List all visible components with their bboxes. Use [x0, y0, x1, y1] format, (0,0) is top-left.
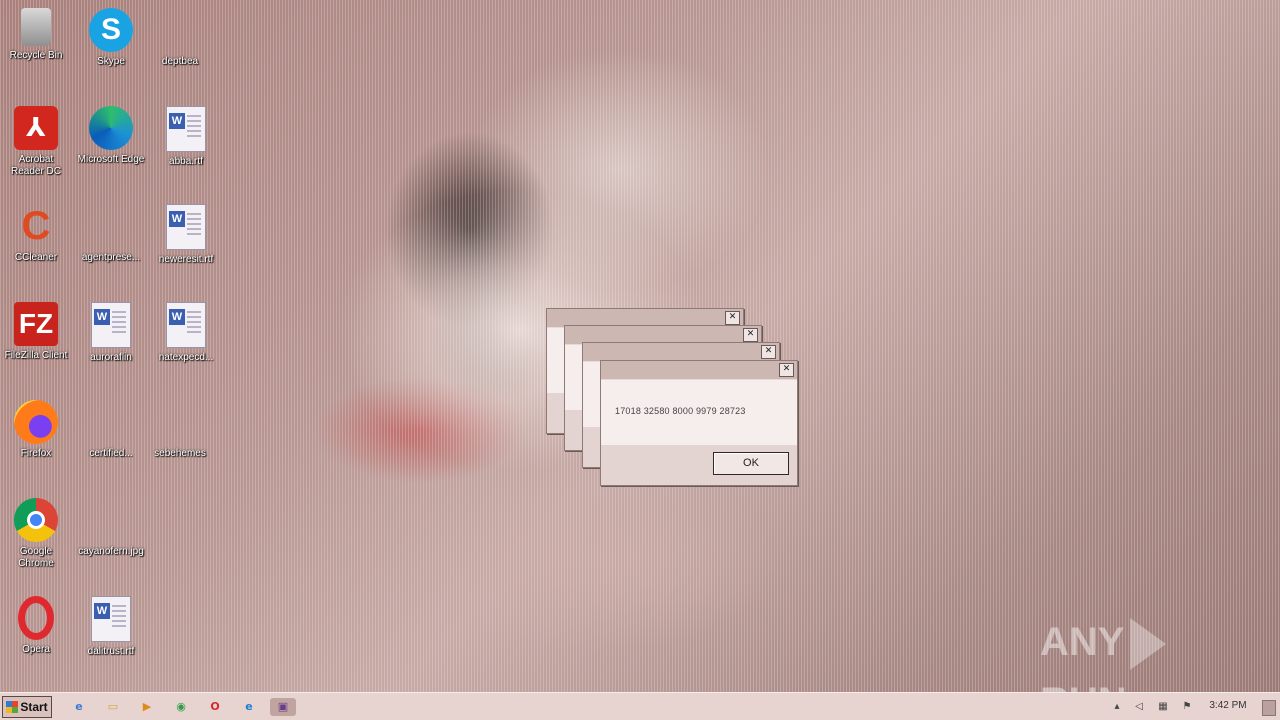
ok-button[interactable]: OK	[713, 452, 789, 475]
volume-icon[interactable]: ◁	[1132, 700, 1146, 714]
icon-label: Opera	[22, 644, 50, 655]
acrobat-reader-icon: ⅄	[14, 106, 58, 150]
start-label: Start	[20, 700, 48, 714]
icon-label: natexpecd...	[158, 352, 214, 363]
ccleaner-icon: C	[21, 204, 51, 248]
windows-logo-icon	[6, 701, 19, 713]
desktop-icon-cayanofern[interactable]: cayanofern.jpg	[75, 494, 147, 578]
icon-label: auroraflin	[90, 352, 132, 363]
ie-icon[interactable]: e	[70, 698, 88, 716]
icon-label: dalitrust.rtf	[87, 646, 135, 657]
recycle-bin-icon	[21, 8, 51, 46]
icon-label: CCleaner	[14, 252, 58, 263]
desktop-icon-dalitrust[interactable]: W dalitrust.rtf	[75, 592, 147, 676]
document-icon	[158, 8, 202, 52]
filezilla-icon: FZ	[14, 302, 58, 346]
watermark-left-text: ANY	[1040, 620, 1125, 664]
icon-label: Google Chrome	[18, 546, 54, 569]
image-file-icon	[89, 498, 133, 542]
watermark-right-text: RUN	[1040, 680, 1127, 692]
start-button[interactable]: Start	[2, 696, 52, 718]
dialog-body: 17018 32580 8000 9979 28723 OK	[601, 380, 797, 485]
document-icon	[158, 400, 202, 444]
dialog-message: 17018 32580 8000 9979 28723	[615, 406, 746, 416]
icon-label: deptbea	[161, 56, 199, 67]
desktop-icon-acrobat-reader[interactable]: ⅄ Acrobat Reader DC	[0, 102, 72, 186]
desktop-icon-filezilla[interactable]: FZ FileZilla Client	[0, 298, 72, 382]
dialog-titlebar[interactable]: ✕	[601, 361, 797, 379]
desktop-icon-sebehemes[interactable]: sebehemes	[144, 396, 216, 480]
message-box-4: ✕ 17018 32580 8000 9979 28723 OK	[600, 360, 798, 486]
desktop-icon-google-chrome[interactable]: Google Chrome	[0, 494, 72, 578]
icon-label: Skype	[97, 56, 125, 67]
icon-label: FileZilla Client	[4, 350, 68, 361]
word-document-icon: W	[166, 302, 206, 348]
desktop-icon-skype[interactable]: S Skype	[75, 4, 147, 88]
desktop-icon-auroraflin[interactable]: W auroraflin	[75, 298, 147, 382]
media-player-icon[interactable]: ▶	[138, 698, 156, 716]
desktop-icon-neweresit[interactable]: W neweresit.rtf	[150, 200, 222, 284]
icon-label: Acrobat Reader DC	[10, 154, 62, 177]
desktop-icon-ccleaner[interactable]: C CCleaner	[0, 200, 72, 284]
icon-label: abba.rtf	[169, 156, 203, 167]
desktop-icon-natexpecd[interactable]: W natexpecd...	[150, 298, 222, 382]
word-document-icon: W	[91, 596, 131, 642]
icon-label: certified...	[89, 448, 133, 459]
flag-icon[interactable]: ⚑	[1180, 700, 1194, 714]
show-desktop-button[interactable]	[1262, 700, 1276, 716]
icon-label: Firefox	[20, 448, 52, 459]
taskbar: Start e ▭ ▶ ◉ O e ▣ ▴ ◁ ▦ ⚑ 3:42 PM	[0, 692, 1280, 720]
dialog-footer: OK	[601, 445, 797, 485]
desktop-icon-opera[interactable]: Opera	[0, 592, 72, 676]
edge-icon	[89, 106, 133, 150]
desktop-icon-deptbea[interactable]: deptbea	[144, 4, 216, 88]
desktop-icon-agentprese[interactable]: agentprese...	[75, 200, 147, 284]
play-icon	[1130, 618, 1167, 671]
tray-arrow-icon[interactable]: ▴	[1110, 700, 1124, 714]
opera-icon[interactable]: O	[206, 698, 224, 716]
desktop-icon-abba[interactable]: W abba.rtf	[150, 102, 222, 186]
icon-label: agentprese...	[81, 252, 141, 263]
icon-label: Microsoft Edge	[77, 154, 145, 165]
desktop-icon-certified[interactable]: certified...	[75, 396, 147, 480]
anyrun-watermark: ANY RUN	[1040, 612, 1240, 692]
network-icon[interactable]: ▦	[1156, 700, 1170, 714]
icon-label: sebehemes	[154, 448, 206, 459]
chrome-icon[interactable]: ◉	[172, 698, 190, 716]
close-button[interactable]: ✕	[743, 328, 758, 342]
word-document-icon: W	[166, 204, 206, 250]
close-button[interactable]: ✕	[761, 345, 776, 359]
word-document-icon: W	[91, 302, 131, 348]
dialog-titlebar[interactable]: ✕	[583, 343, 779, 361]
icon-label: neweresit.rtf	[158, 254, 214, 265]
desktop-icon-recycle-bin[interactable]: Recycle Bin	[0, 4, 72, 88]
chrome-icon	[14, 498, 58, 542]
app-window-icon[interactable]: ▣	[270, 698, 296, 716]
document-icon	[89, 400, 133, 444]
clock[interactable]: 3:42 PM	[1200, 700, 1256, 711]
opera-icon	[18, 596, 54, 640]
desktop-icon-microsoft-edge[interactable]: Microsoft Edge	[75, 102, 147, 186]
word-document-icon: W	[166, 106, 206, 152]
firefox-icon	[14, 400, 58, 444]
close-button[interactable]: ✕	[779, 363, 794, 377]
icon-label: cayanofern.jpg	[78, 546, 144, 557]
desktop-wallpaper: Recycle Bin ⅄ Acrobat Reader DC C CClean…	[0, 0, 1280, 692]
edge-icon[interactable]: e	[240, 698, 258, 716]
document-icon	[89, 204, 133, 248]
skype-icon: S	[89, 8, 133, 52]
close-button[interactable]: ✕	[725, 311, 740, 325]
explorer-folder-icon[interactable]: ▭	[104, 698, 122, 716]
desktop-icon-firefox[interactable]: Firefox	[0, 396, 72, 480]
icon-label: Recycle Bin	[9, 50, 63, 61]
